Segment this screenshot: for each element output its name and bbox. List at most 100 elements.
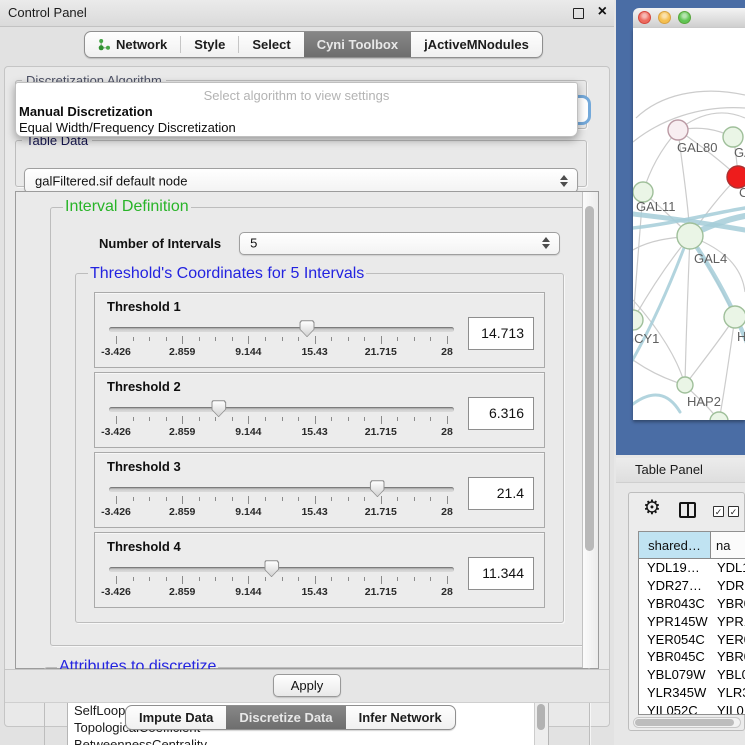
checkbox-icon[interactable]: ✓ — [713, 506, 724, 517]
column-header-name[interactable]: na — [711, 532, 745, 558]
tab-discretize-data[interactable]: Discretize Data — [226, 706, 345, 729]
slider-thumb[interactable] — [211, 400, 226, 417]
table-row[interactable]: YBR043CYBR0 — [639, 595, 745, 613]
tab-impute-data[interactable]: Impute Data — [126, 706, 226, 729]
vertical-scrollbar-thumb[interactable] — [585, 206, 594, 551]
table-panel: ⚙ ✓ ✓ shared… na YDL19…YDL1YDR27…YDR2YBR… — [628, 492, 745, 731]
slider-track[interactable] — [109, 407, 454, 412]
table-cell: YDR2 — [711, 578, 745, 593]
table-cell: YIL052C — [639, 703, 711, 715]
gear-icon[interactable]: ⚙ — [643, 497, 661, 519]
tick-mark — [298, 337, 299, 341]
node-gal80[interactable] — [668, 120, 688, 140]
tick-mark — [430, 337, 431, 341]
tick-mark — [166, 417, 167, 421]
table-row[interactable]: YDL19…YDL1 — [639, 559, 745, 577]
tick-mark — [414, 497, 415, 501]
table-data-combobox[interactable]: galFiltered.sif default node — [24, 168, 578, 193]
tick-mark — [248, 496, 249, 504]
table-cell: YLR345W — [639, 685, 711, 700]
tick-mark — [331, 497, 332, 501]
tick-mark — [232, 417, 233, 421]
tab-infer-network[interactable]: Infer Network — [346, 706, 455, 729]
table-row[interactable]: YLR345WYLR3 — [639, 684, 745, 702]
scale-label: 9.144 — [235, 586, 261, 598]
network-canvas[interactable]: GAL80GACGAL11GAL4GCY1HHAP2 — [633, 28, 745, 420]
tab-select[interactable]: Select — [239, 32, 303, 57]
node-label: C — [739, 185, 745, 200]
list-scrollbar[interactable] — [534, 702, 548, 745]
table-row[interactable]: YER054CYER0 — [639, 630, 745, 648]
threshold-value[interactable]: 6.316 — [468, 397, 534, 430]
num-intervals-combobox[interactable]: 5 — [239, 232, 560, 255]
close-traffic-light-icon[interactable] — [638, 11, 651, 24]
tick-mark — [447, 576, 448, 584]
table-cell: YBR0 — [711, 596, 745, 611]
slider-thumb[interactable] — [264, 560, 279, 577]
checkbox-icon[interactable]: ✓ — [728, 506, 739, 517]
apply-button[interactable]: Apply — [273, 674, 341, 697]
table-cell: YBR045C — [639, 649, 711, 664]
minimize-traffic-light-icon[interactable] — [658, 11, 671, 24]
vertical-scrollbar[interactable] — [582, 192, 598, 668]
tab-jactivemnodules[interactable]: jActiveMNodules — [411, 32, 542, 57]
num-intervals-label: Number of Intervals — [99, 236, 221, 251]
tick-mark — [215, 497, 216, 501]
table-row[interactable]: YDR27…YDR2 — [639, 577, 745, 595]
table-row[interactable]: YIL052CYIL0 — [639, 701, 745, 715]
table-cell: YER054C — [639, 632, 711, 647]
tab-network[interactable]: Network — [85, 32, 180, 57]
slider-track[interactable] — [109, 487, 454, 492]
column-header-shared-name[interactable]: shared… — [639, 532, 711, 558]
tick-mark — [348, 337, 349, 341]
horizontal-scrollbar-thumb[interactable] — [635, 719, 734, 726]
node-h[interactable] — [724, 306, 745, 328]
threshold-value[interactable]: 21.4 — [468, 477, 534, 510]
scale-label: -3.426 — [101, 346, 131, 358]
tick-mark — [381, 496, 382, 504]
slider-track[interactable] — [109, 567, 454, 572]
node-gal4[interactable] — [677, 223, 703, 249]
tick-mark — [215, 417, 216, 421]
tick-mark — [331, 417, 332, 421]
cyni-bottom-tabbar: Impute Data Discretize Data Infer Network — [125, 705, 456, 730]
tick-mark — [133, 497, 134, 501]
node-gcy1[interactable] — [633, 310, 643, 330]
threshold-label: Threshold 4 — [107, 539, 181, 554]
table-row[interactable]: YBL079WYBL0 — [639, 666, 745, 684]
horizontal-scrollbar[interactable] — [633, 717, 741, 728]
list-item[interactable]: BetweennessCentrality — [68, 736, 548, 745]
tab-style[interactable]: Style — [181, 32, 238, 57]
tab-cyni-toolbox[interactable]: Cyni Toolbox — [304, 32, 411, 57]
dropdown-option-equal-width[interactable]: Equal Width/Frequency Discretization — [19, 120, 236, 135]
slider-thumb[interactable] — [300, 320, 315, 337]
float-window-icon[interactable] — [573, 8, 584, 19]
scale-label: 28 — [441, 426, 453, 438]
threshold-value[interactable]: 11.344 — [468, 557, 534, 590]
list-scrollbar-thumb[interactable] — [537, 704, 545, 730]
scale-label: 28 — [441, 346, 453, 358]
slider-track[interactable] — [109, 327, 454, 332]
tick-mark — [298, 497, 299, 501]
tab-label: Discretize Data — [239, 710, 332, 725]
split-columns-icon[interactable] — [679, 502, 696, 518]
node-ga[interactable] — [723, 127, 743, 147]
network-edge-highlighted — [633, 395, 680, 412]
tab-label: Style — [194, 37, 225, 52]
tick-mark — [166, 337, 167, 341]
interval-definition-legend: Interval Definition — [63, 198, 191, 216]
network-view-window: GAL80GACGAL11GAL4GCY1HHAP2 — [616, 0, 745, 455]
dropdown-placeholder: Select algorithm to view settings — [16, 88, 577, 103]
table-cell: YIL0 — [711, 703, 745, 715]
threshold-value[interactable]: 14.713 — [468, 317, 534, 350]
table-row[interactable]: YBR045CYBR0 — [639, 648, 745, 666]
dropdown-option-manual[interactable]: Manual Discretization — [19, 104, 153, 119]
network-edge — [685, 236, 690, 385]
close-icon[interactable]: × — [598, 2, 607, 22]
slider-thumb[interactable] — [370, 480, 385, 497]
tick-mark — [430, 577, 431, 581]
zoom-traffic-light-icon[interactable] — [678, 11, 691, 24]
node-hap2[interactable] — [677, 377, 693, 393]
combo-arrows-icon — [542, 237, 550, 249]
table-row[interactable]: YPR145WYPR1 — [639, 612, 745, 630]
